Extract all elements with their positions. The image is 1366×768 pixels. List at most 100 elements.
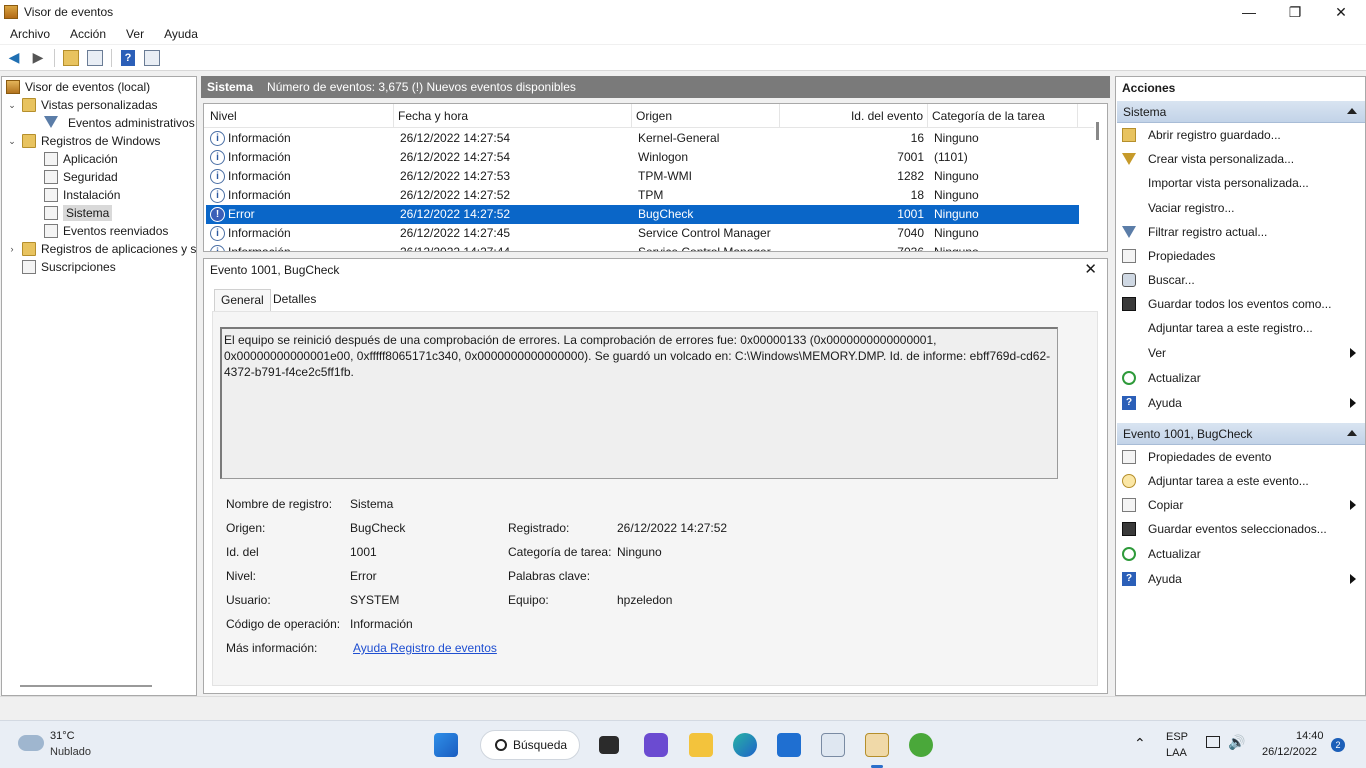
- tree-item-root[interactable]: Visor de eventos (local): [6, 78, 150, 96]
- open-folder-icon[interactable]: [61, 48, 81, 68]
- action-refresh[interactable]: Actualizar: [1122, 544, 1362, 564]
- menu-ver[interactable]: Ver: [116, 27, 154, 41]
- tree-item-custom-views[interactable]: ⌄ Vistas personalizadas: [6, 96, 158, 114]
- column-source[interactable]: Origen: [632, 104, 780, 128]
- edge-browser-icon[interactable]: [733, 733, 757, 757]
- action-save-selected-events[interactable]: Guardar eventos seleccionados...: [1122, 519, 1362, 539]
- action-find[interactable]: Buscar...: [1122, 270, 1362, 290]
- chat-icon[interactable]: [644, 733, 668, 757]
- table-row[interactable]: i Información 26/12/2022 14:27:45 Service C…: [206, 224, 1079, 243]
- volume-icon[interactable]: 🔊: [1228, 734, 1245, 751]
- search-box[interactable]: Búsqueda: [480, 730, 580, 760]
- minimize-button[interactable]: —: [1226, 0, 1272, 24]
- back-arrow-icon[interactable]: ◀: [4, 48, 24, 68]
- forward-arrow-icon[interactable]: ▶: [28, 48, 48, 68]
- action-help[interactable]: ? Ayuda: [1122, 393, 1362, 413]
- action-attach-task-to-event[interactable]: Adjuntar tarea a este evento...: [1122, 471, 1362, 491]
- event-viewer-taskbar-icon[interactable]: [865, 733, 889, 757]
- collapse-icon[interactable]: [1347, 108, 1357, 114]
- window-title: Visor de eventos: [24, 5, 114, 19]
- show-hide-tree-icon[interactable]: [85, 48, 105, 68]
- action-help[interactable]: ? Ayuda: [1122, 569, 1362, 589]
- action-copy[interactable]: Copiar: [1122, 495, 1362, 515]
- log-icon: [44, 224, 58, 238]
- input-language[interactable]: ESP: [1166, 731, 1188, 743]
- clock-date[interactable]: 26/12/2022: [1262, 746, 1317, 758]
- table-row[interactable]: i Información 26/12/2022 14:27:53 TPM-WMI 12…: [206, 167, 1079, 186]
- restore-button[interactable]: ❐: [1272, 0, 1318, 24]
- action-refresh[interactable]: Actualizar: [1122, 368, 1362, 388]
- tree-item-security[interactable]: Seguridad: [44, 168, 118, 186]
- action-filter-current-log[interactable]: Filtrar registro actual...: [1122, 222, 1362, 242]
- network-icon[interactable]: [1206, 736, 1220, 748]
- chevron-down-icon[interactable]: ⌄: [6, 136, 18, 147]
- performance-monitor-icon[interactable]: [821, 733, 845, 757]
- filter-icon: [44, 116, 58, 130]
- tree-item-forwarded[interactable]: Eventos reenviados: [44, 222, 168, 240]
- table-row[interactable]: ! Error 26/12/2022 14:27:52 BugCheck 1001 Nin…: [206, 205, 1079, 224]
- chevron-right-icon[interactable]: ›: [6, 244, 18, 254]
- tree-item-subscriptions[interactable]: Suscripciones: [22, 258, 116, 276]
- tree-item-app-services-logs[interactable]: › Registros de aplicaciones y s: [6, 240, 196, 258]
- tree-item-windows-logs[interactable]: ⌄ Registros de Windows: [6, 132, 160, 150]
- field-label: Código de operación:: [226, 617, 341, 631]
- action-view[interactable]: Ver: [1122, 343, 1362, 363]
- cloud-icon[interactable]: [18, 735, 44, 751]
- menu-archivo[interactable]: Archivo: [0, 27, 60, 41]
- action-attach-task-to-log[interactable]: Adjuntar tarea a este registro...: [1122, 318, 1362, 338]
- tab-general[interactable]: General: [214, 289, 271, 311]
- close-icon[interactable]: ✕: [1084, 260, 1097, 278]
- close-button[interactable]: ✕: [1318, 0, 1364, 24]
- action-event-properties[interactable]: Propiedades de evento: [1122, 447, 1362, 467]
- tree-item-setup[interactable]: Instalación: [44, 186, 120, 204]
- cell-id: 18: [910, 188, 924, 202]
- tab-details[interactable]: Detalles: [267, 289, 322, 311]
- start-icon[interactable]: [434, 733, 458, 757]
- more-info-link[interactable]: Ayuda Registro de eventos: [353, 641, 497, 655]
- table-row[interactable]: i Información 26/12/2022 14:27:52 TPM 18 Ning…: [206, 186, 1079, 205]
- tree-item-admin-events[interactable]: Eventos administrativos: [44, 114, 195, 132]
- action-save-all-events[interactable]: Guardar todos los eventos como...: [1122, 294, 1362, 314]
- table-row[interactable]: iInformación 26/12/2022 14:27:44 Service C…: [206, 243, 1079, 251]
- store-icon[interactable]: [777, 733, 801, 757]
- column-event-id[interactable]: Id. del evento: [780, 104, 928, 128]
- clock-time[interactable]: 14:40: [1296, 730, 1324, 742]
- action-import-custom-view[interactable]: Importar vista personalizada...: [1122, 173, 1362, 193]
- notification-badge[interactable]: 2: [1331, 738, 1345, 752]
- file-explorer-icon[interactable]: [689, 733, 713, 757]
- tree-item-system[interactable]: Sistema: [44, 204, 113, 222]
- action-create-custom-view[interactable]: Crear vista personalizada...: [1122, 149, 1362, 169]
- field-value-user: SYSTEM: [350, 593, 400, 607]
- submenu-arrow-icon: [1350, 398, 1356, 408]
- actions-section-log[interactable]: Sistema: [1117, 101, 1365, 123]
- vertical-scrollbar[interactable]: [1096, 122, 1099, 140]
- actions-section-event[interactable]: Evento 1001, BugCheck: [1117, 423, 1365, 445]
- event-description[interactable]: El equipo se reinició después de una com…: [220, 327, 1058, 479]
- help-icon[interactable]: ?: [118, 48, 138, 68]
- utorrent-icon[interactable]: [909, 733, 933, 757]
- table-row[interactable]: i Información 26/12/2022 14:27:54 Kernel-Ge…: [206, 129, 1079, 148]
- log-icon: [44, 188, 58, 202]
- weather-description[interactable]: Nublado: [50, 746, 91, 758]
- keyboard-layout[interactable]: LAA: [1166, 747, 1187, 759]
- menu-ayuda[interactable]: Ayuda: [154, 27, 208, 41]
- chevron-up-icon[interactable]: ⌃: [1134, 735, 1146, 752]
- column-level[interactable]: Nivel: [206, 104, 394, 128]
- column-datetime[interactable]: Fecha y hora: [394, 104, 632, 128]
- horizontal-scrollbar[interactable]: [20, 685, 152, 687]
- menu-accion[interactable]: Acción: [60, 27, 116, 41]
- event-viewer-icon: [6, 80, 20, 94]
- show-hide-actions-icon[interactable]: [142, 48, 162, 68]
- action-label: Guardar todos los eventos como...: [1148, 297, 1332, 311]
- action-open-saved-log[interactable]: Abrir registro guardado...: [1122, 125, 1362, 145]
- cell-id: 1001: [897, 207, 924, 221]
- table-row[interactable]: i Información 26/12/2022 14:27:54 Winlogon 7…: [206, 148, 1079, 167]
- weather-temperature[interactable]: 31°C: [50, 730, 75, 742]
- column-task-category[interactable]: Categoría de la tarea: [928, 104, 1078, 128]
- action-properties[interactable]: Propiedades: [1122, 246, 1362, 266]
- task-view-icon[interactable]: [599, 736, 619, 754]
- chevron-down-icon[interactable]: ⌄: [6, 100, 18, 111]
- action-clear-log[interactable]: Vaciar registro...: [1122, 198, 1362, 218]
- collapse-icon[interactable]: [1347, 430, 1357, 436]
- tree-item-application[interactable]: Aplicación: [44, 150, 118, 168]
